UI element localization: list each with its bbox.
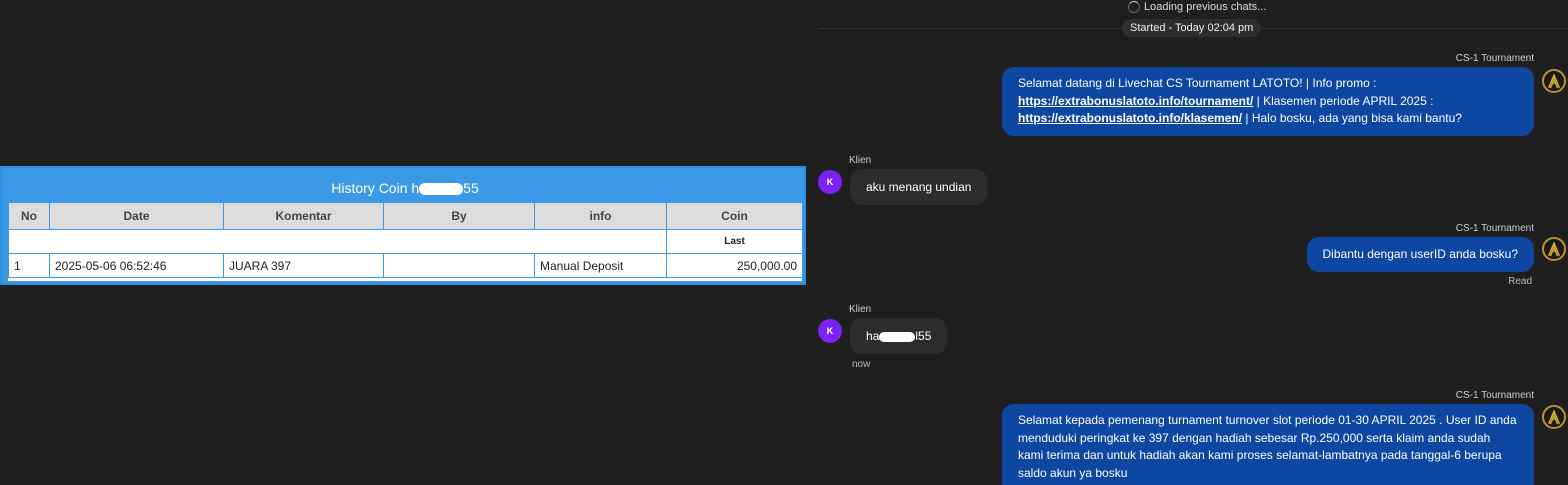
subheader-last: Last [666, 229, 802, 254]
agent-message-userid: Dibantu dengan userID anda bosku? [1306, 237, 1534, 272]
history-coin-table: No Date Komentar By info Coin Last 1 202… [8, 202, 802, 278]
subheader-spacer [8, 229, 667, 254]
agent-name: CS-1 Tournament [1455, 223, 1534, 234]
klasemen-link[interactable]: https://extrabonuslatoto.info/klasemen/ [1018, 111, 1242, 125]
read-status: Read [1508, 276, 1532, 287]
history-coin-title: History Coin h 55 [8, 174, 802, 202]
column-header-coin: Coin [666, 202, 802, 230]
message-time: now [852, 359, 871, 370]
column-header-no: No [8, 202, 50, 230]
column-header-komentar: Komentar [223, 202, 384, 230]
cell-coin: 250,000.00 [666, 253, 802, 278]
client-name: Klien [849, 155, 872, 166]
table-row: 1 2025-05-06 06:52:46 JUARA 397 Manual D… [8, 253, 802, 278]
history-title-prefix: History Coin h [331, 180, 420, 196]
table-header-row: No Date Komentar By info Coin [8, 202, 802, 230]
client-message: aku menang undian [850, 169, 988, 205]
agent-logo-icon [1542, 237, 1566, 261]
history-title-suffix: 55 [463, 180, 479, 196]
column-header-date: Date [49, 202, 224, 230]
redaction-mark [419, 183, 464, 196]
history-coin-frame: History Coin h 55 No Date Komentar By inf… [0, 166, 806, 285]
userid-prefix: ha [866, 329, 880, 343]
loading-text: Loading previous chats... [1144, 1, 1267, 13]
cell-komentar: JUARA 397 [223, 253, 384, 278]
chat-pane[interactable]: Loading previous chats... Started - Toda… [818, 0, 1568, 485]
started-badge: Started - Today 02:04 pm [1122, 19, 1262, 37]
agent-name: CS-1 Tournament [1455, 53, 1534, 64]
agent-message-welcome: Selamat datang di Livechat CS Tournament… [1002, 67, 1534, 136]
agent-message-winner: Selamat kepada pemenang turnament turnov… [1002, 404, 1534, 485]
loading-spinner-icon [1128, 1, 1140, 13]
agent-name: CS-1 Tournament [1455, 390, 1534, 401]
table-subheader-row: Last [8, 229, 802, 254]
welcome-text-3: | Halo bosku, ada yang bisa kami bantu? [1242, 111, 1462, 125]
loading-indicator: Loading previous chats... [1128, 1, 1266, 13]
column-header-info: info [534, 202, 667, 230]
history-coin-panel: History Coin h 55 No Date Komentar By inf… [8, 174, 802, 281]
client-avatar: K [818, 319, 842, 343]
left-pane: History Coin h 55 No Date Komentar By inf… [0, 0, 812, 485]
cell-no: 1 [8, 253, 50, 278]
agent-logo-icon [1542, 69, 1566, 93]
cell-date: 2025-05-06 06:52:46 [49, 253, 224, 278]
column-header-by: By [383, 202, 535, 230]
client-name: Klien [849, 304, 872, 315]
userid-suffix: l55 [915, 329, 932, 343]
client-avatar: K [818, 170, 842, 194]
welcome-text-2: | Klasemen periode APRIL 2025 : [1253, 93, 1434, 108]
client-message-userid: ha l55 [850, 318, 948, 354]
cell-info: Manual Deposit [534, 253, 667, 278]
redaction-mark [879, 331, 916, 342]
cell-by [383, 253, 535, 278]
tournament-link[interactable]: https://extrabonuslatoto.info/tournament… [1018, 94, 1253, 108]
welcome-text-1: Selamat datang di Livechat CS Tournament… [1018, 76, 1377, 90]
agent-logo-icon [1542, 405, 1566, 429]
